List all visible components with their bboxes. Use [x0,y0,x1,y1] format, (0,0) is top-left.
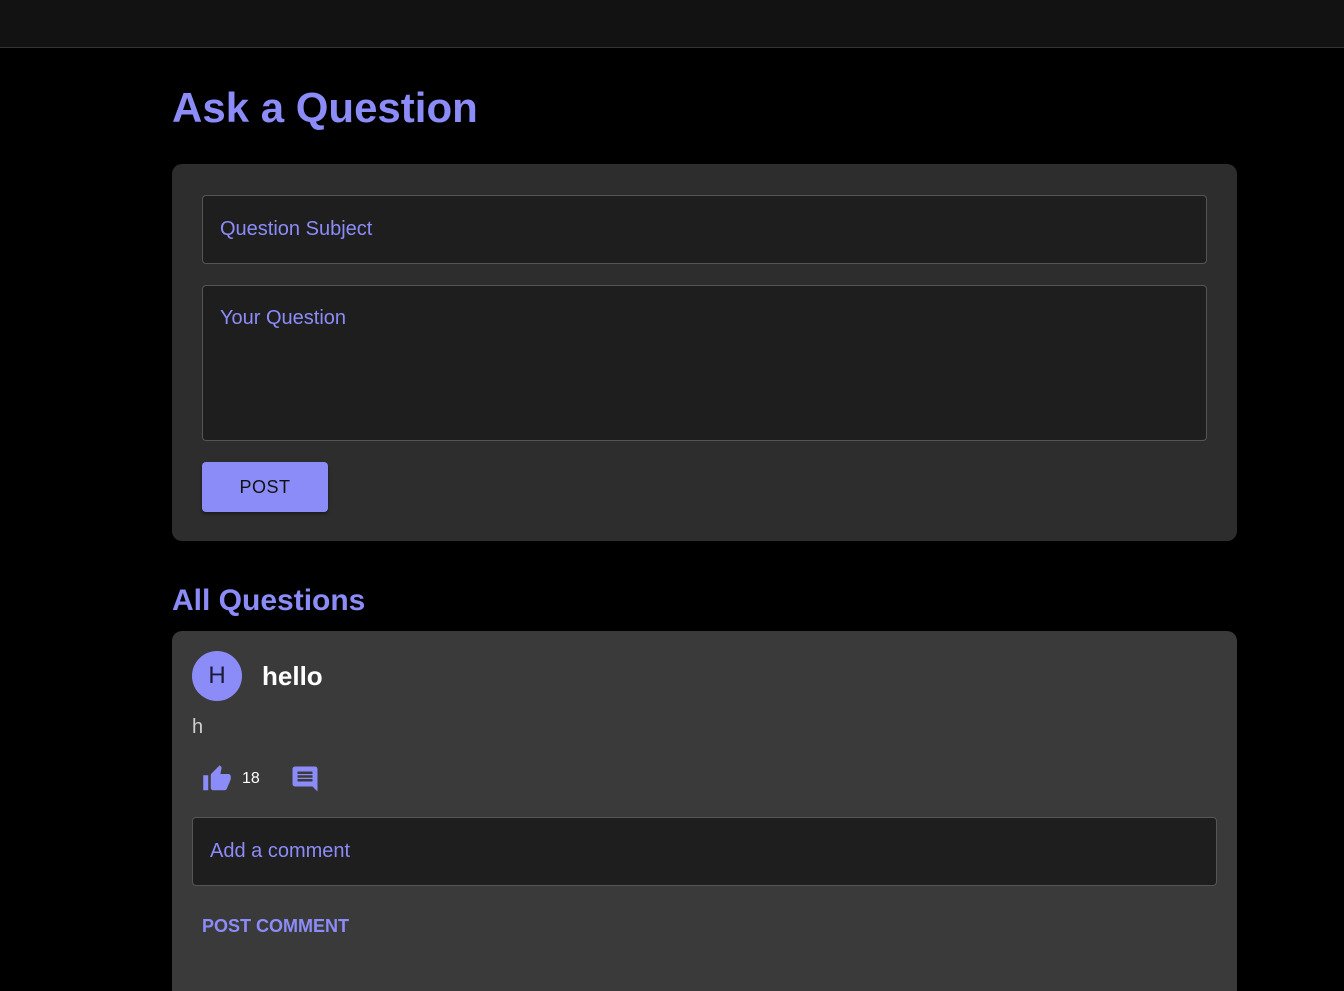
top-app-bar [0,0,1344,48]
post-button[interactable]: POST [202,462,328,512]
question-card: H hello h 18 POST COMMENT [172,631,1237,991]
comment-icon[interactable] [290,764,320,794]
question-header: H hello [192,651,1217,701]
question-body-input[interactable] [202,285,1207,441]
add-comment-input[interactable] [192,817,1217,886]
main-container: Ask a Question POST All Questions H hell… [172,48,1237,991]
question-title: hello [262,660,323,691]
like-count: 18 [242,770,260,787]
question-body: h [192,716,204,738]
all-questions-title: All Questions [172,584,366,617]
thumb-up-icon[interactable] [202,764,232,794]
page-title: Ask a Question [172,84,478,131]
question-actions: 18 [192,759,1217,799]
avatar: H [192,651,242,701]
ask-question-card: POST [172,164,1237,541]
post-comment-button[interactable]: POST COMMENT [202,916,349,937]
question-subject-input[interactable] [202,195,1207,264]
